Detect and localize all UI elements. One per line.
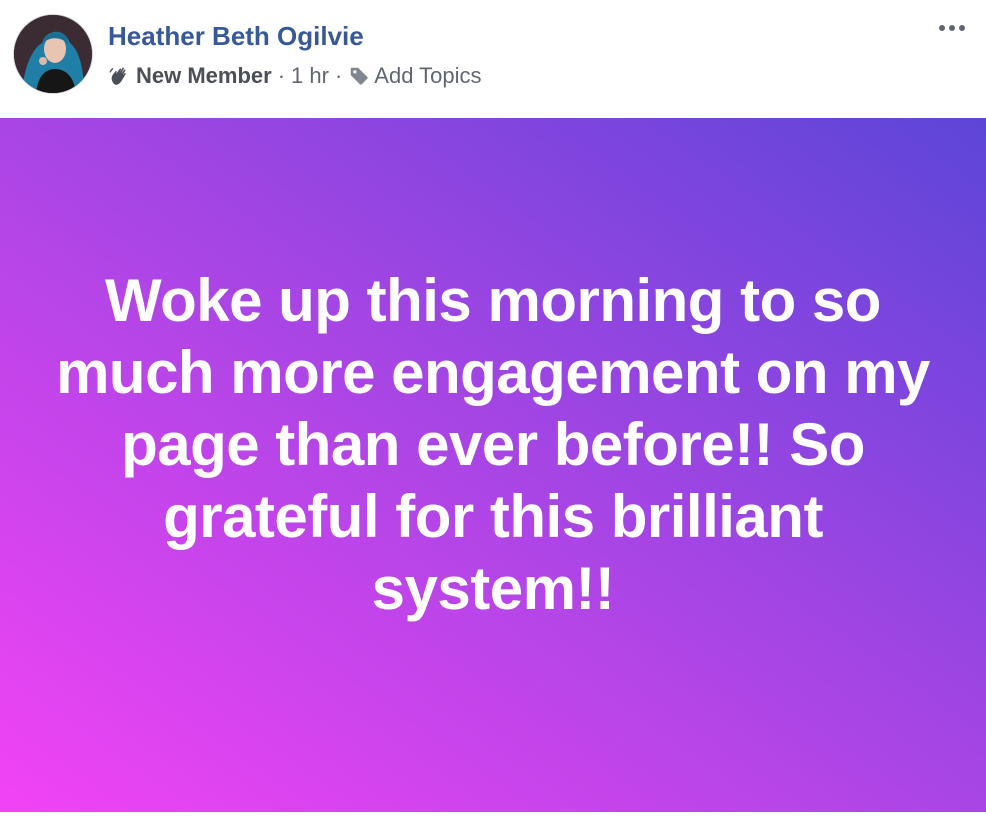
more-options-button[interactable] [934,16,970,40]
post-divider [0,812,986,816]
more-options-icon [949,25,955,31]
post-header: Heather Beth Ogilvie New Member · 1 hr ·… [0,0,986,118]
author-name-link[interactable]: Heather Beth Ogilvie [108,18,364,54]
member-badge-label[interactable]: New Member [136,63,272,89]
post-meta-row: New Member · 1 hr · Add Topics [108,60,482,92]
post-text: Woke up this morning to so much more eng… [56,267,930,622]
add-topics-link[interactable]: Add Topics [374,63,481,89]
post-timestamp[interactable]: 1 hr [291,63,329,89]
post-card: Heather Beth Ogilvie New Member · 1 hr ·… [0,0,986,816]
more-options-icon [939,25,945,31]
post-background-card: Woke up this morning to so much more eng… [0,118,986,812]
meta-separator: · [277,63,286,88]
more-options-icon [959,25,965,31]
meta-separator: · [334,63,343,88]
waving-hand-icon [108,65,130,87]
avatar-image [14,15,92,93]
author-avatar[interactable] [13,14,93,94]
tag-icon [348,65,370,87]
